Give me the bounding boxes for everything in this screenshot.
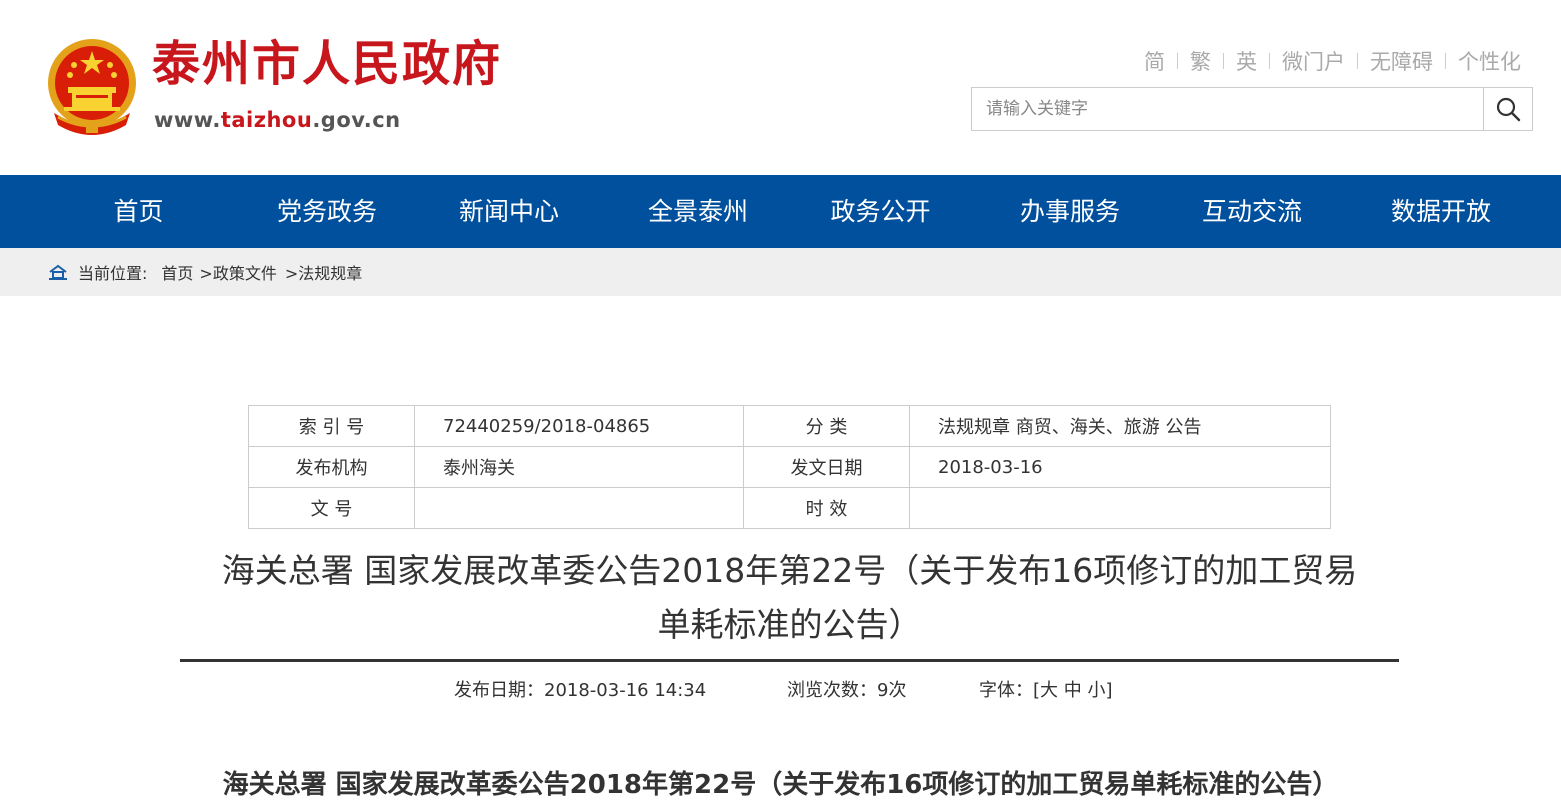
breadcrumb-home[interactable]: 首页: [161, 260, 193, 284]
breadcrumb-label: 当前位置:: [78, 264, 148, 283]
category-value: 法规规章 商贸、海关、旅游 公告: [909, 405, 1331, 447]
breadcrumb-regulations[interactable]: >法规规章: [285, 260, 362, 284]
article-title-line-2: 单耗标准的公告）: [657, 605, 922, 644]
home-icon: [48, 264, 68, 280]
link-divider: [1269, 53, 1270, 69]
issuer-value: 泰州海关: [414, 446, 744, 488]
micro-portal-link[interactable]: 微门户: [1282, 46, 1345, 76]
article-meta: 发布日期：2018-03-16 14:34 浏览次数：9次 字体：[大 中 小]: [0, 676, 1561, 704]
nav-item-services[interactable]: 办事服务: [1020, 175, 1120, 248]
link-divider: [1223, 53, 1224, 69]
table-row: 索 引 号 72440259/2018-04865 分 类 法规规章 商贸、海关…: [248, 405, 1331, 447]
validity-value: [909, 487, 1331, 529]
font-size-label: 字体：[: [979, 680, 1041, 701]
nav-item-interaction[interactable]: 互动交流: [1113, 175, 1391, 248]
accessibility-link[interactable]: 无障碍: [1370, 46, 1433, 76]
english-link[interactable]: 英: [1236, 46, 1257, 76]
issuer-label: 发布机构: [248, 446, 415, 488]
national-emblem-logo[interactable]: [44, 33, 140, 139]
top-links: 简 繁 英 微门户 无障碍 个性化: [1144, 46, 1521, 76]
font-size-small-button[interactable]: 小: [1088, 680, 1106, 701]
site-url[interactable]: www.taizhou.gov.cn: [154, 108, 401, 132]
breadcrumb-bar: 当前位置: 首页 >政策文件 >法规规章: [0, 248, 1561, 296]
search-box: [971, 87, 1533, 131]
article-title-line-1: 海关总署 国家发展改革委公告2018年第22号（关于发布16项修订的加工贸易: [221, 551, 1358, 590]
index-number-value: 72440259/2018-04865: [414, 405, 744, 447]
breadcrumb-policy-docs[interactable]: >政策文件: [199, 260, 276, 284]
table-row: 发布机构 泰州海关 发文日期 2018-03-16: [248, 446, 1331, 488]
font-size-close-bracket: ]: [1105, 680, 1113, 701]
view-count: 浏览次数：9次: [787, 680, 907, 701]
article-subtitle: 海关总署 国家发展改革委公告2018年第22号（关于发布16项修订的加工贸易单耗…: [222, 770, 1339, 800]
issue-date-label: 发文日期: [743, 446, 910, 488]
index-number-label: 索 引 号: [248, 405, 415, 447]
nav-item-news-center[interactable]: 新闻中心: [370, 175, 648, 248]
site-title[interactable]: 泰州市人民政府: [152, 40, 502, 88]
font-size-large-button[interactable]: 大: [1040, 680, 1058, 701]
font-size-switch: 字体：[大 中 小]: [979, 676, 1113, 702]
issue-date-value: 2018-03-16: [909, 446, 1331, 488]
category-label: 分 类: [743, 405, 910, 447]
personalize-link[interactable]: 个性化: [1458, 46, 1521, 76]
link-divider: [1445, 53, 1446, 69]
site-url-highlight: taizhou: [220, 108, 313, 132]
nav-item-government-affairs[interactable]: 政务公开: [741, 175, 1020, 248]
traditional-chinese-link[interactable]: 繁: [1190, 46, 1211, 76]
document-number-label: 文 号: [248, 487, 415, 529]
site-url-prefix: www.: [154, 108, 221, 132]
main-nav: 首页 党务政务 新闻中心 全景泰州 政务公开 办事服务 互动交流 数据开放: [0, 175, 1561, 248]
validity-label: 时 效: [743, 487, 910, 529]
title-divider: [180, 659, 1399, 662]
simplified-chinese-link[interactable]: 简: [1144, 46, 1165, 76]
nav-item-home[interactable]: 首页: [0, 175, 277, 248]
breadcrumb: 当前位置: 首页 >政策文件 >法规规章: [48, 248, 362, 296]
article-title: 海关总署 国家发展改革委公告2018年第22号（关于发布16项修订的加工贸易 单…: [180, 544, 1399, 652]
link-divider: [1177, 53, 1178, 69]
publish-date: 发布日期：2018-03-16 14:34: [454, 680, 707, 701]
font-size-medium-button[interactable]: 中: [1064, 680, 1082, 701]
nav-item-party-affairs[interactable]: 党务政务: [277, 175, 377, 248]
search-button[interactable]: [1483, 88, 1532, 130]
search-input[interactable]: [972, 88, 1483, 130]
link-divider: [1357, 53, 1358, 69]
site-header: 泰州市人民政府 www.taizhou.gov.cn 简 繁 英 微门户 无障碍…: [0, 0, 1561, 175]
table-row: 文 号 时 效: [248, 487, 1331, 529]
document-info-table: 索 引 号 72440259/2018-04865 分 类 法规规章 商贸、海关…: [248, 405, 1331, 529]
site-url-suffix: .gov.cn: [312, 108, 401, 132]
nav-item-open-data[interactable]: 数据开放: [1391, 175, 1491, 248]
nav-item-panorama[interactable]: 全景泰州: [648, 175, 748, 248]
search-icon: [1496, 97, 1521, 122]
document-number-value: [414, 487, 744, 529]
